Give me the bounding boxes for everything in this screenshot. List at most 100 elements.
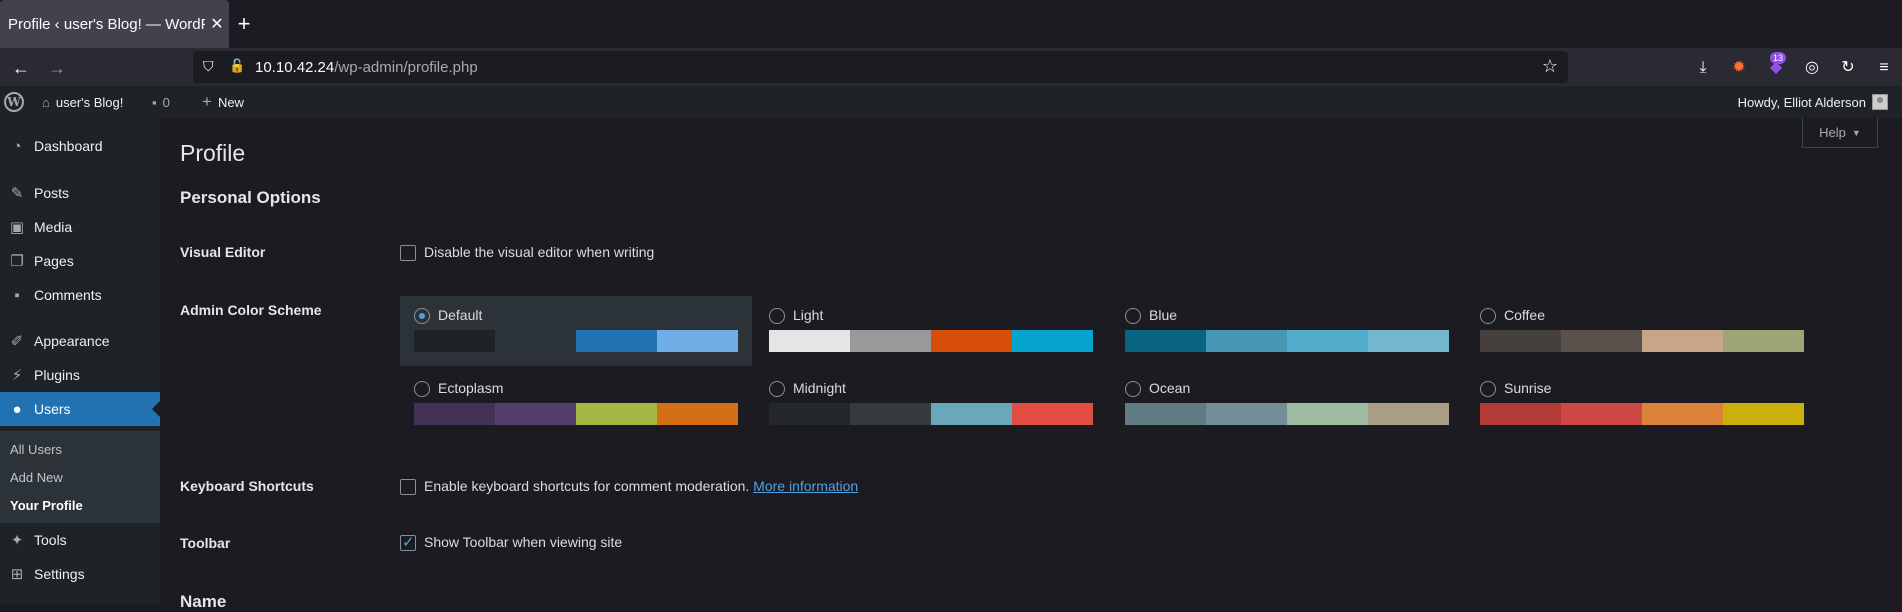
color-scheme-label: Admin Color Scheme [180,302,322,318]
submenu-your-profile[interactable]: Your Profile [10,498,83,513]
color-scheme-default[interactable]: Default [400,296,752,366]
scheme-swatches [1125,330,1449,352]
url-bar[interactable]: ⛉ 🔓 10.10.42.24/wp-admin/profile.php ☆ [193,51,1568,83]
scheme-swatches [769,330,1093,352]
sidebar-item-posts[interactable]: ✎ Posts [0,176,160,210]
scheme-swatches [1480,403,1804,425]
avatar [1872,94,1888,110]
section-title: Personal Options [180,188,321,207]
wp-logo-menu[interactable]: W [4,86,24,118]
site-name-menu[interactable]: ⌂ user's Blog! [42,86,123,118]
my-account-menu[interactable]: Howdy, Elliot Alderson [1738,86,1888,118]
bookmark-star-icon[interactable]: ☆ [1542,56,1558,77]
menu-icon[interactable]: ≡ [1873,57,1895,79]
sidebar-item-settings[interactable]: ⊞ Settings [0,557,160,591]
sidebar-item-tools[interactable]: ✦ Tools [0,523,160,557]
sidebar-item-comments[interactable]: ▪ Comments [0,278,160,312]
plus-icon: + [202,92,212,111]
visual-editor-checkbox[interactable] [400,245,416,261]
keyboard-shortcuts-text: Enable keyboard shortcuts for comment mo… [424,478,859,494]
toolbar-text[interactable]: Show Toolbar when viewing site [424,534,622,550]
scheme-radio[interactable] [414,381,430,397]
page-title: Profile [180,140,246,166]
keyboard-shortcuts-label: Keyboard Shortcuts [180,478,314,494]
sidebar-item-users[interactable]: ● Users [0,392,160,426]
browser-tabbar: Profile ‹ user's Blog! — WordPress ✕ + [0,0,1902,48]
submenu-all-users[interactable]: All Users [10,442,62,457]
extension-glasses-icon[interactable]: ◎ [1801,57,1823,79]
back-icon[interactable]: ← [10,57,32,79]
caret-down-icon: ▼ [1851,127,1861,138]
brush-icon: ✐ [10,333,24,350]
users-submenu: All Users Add New Your Profile [0,431,160,523]
shield-icon[interactable]: ⛉ [203,58,214,75]
user-icon: ● [12,400,22,418]
forward-icon[interactable]: → [46,57,68,79]
pin-icon: ✎ [10,185,24,202]
keyboard-shortcuts-checkbox[interactable] [400,479,416,495]
url-text[interactable]: 10.10.42.24/wp-admin/profile.php [255,59,478,76]
lock-icon[interactable]: 🔓 [229,58,245,74]
browser-tab[interactable]: Profile ‹ user's Blog! — WordPress ✕ [0,0,229,48]
dashboard-icon: ◔ [12,137,22,155]
scheme-swatches [1125,403,1449,425]
new-content-menu[interactable]: + New [202,86,244,118]
scheme-radio[interactable] [414,308,430,324]
sidebar-item-pages[interactable]: ❐ Pages [0,244,160,278]
color-scheme-coffee[interactable]: Coffee [1466,296,1818,366]
toolbar-label: Toolbar [180,535,231,551]
wrench-icon: ✦ [10,532,24,549]
scheme-swatches [414,403,738,425]
sidebar-item-appearance[interactable]: ✐ Appearance [0,324,160,358]
visual-editor-text[interactable]: Disable the visual editor when writing [424,244,654,260]
comments-menu[interactable]: ▪ 0 [152,86,170,118]
scheme-radio[interactable] [769,308,785,324]
scheme-radio[interactable] [1125,308,1141,324]
main-content: Help ▼ Profile Personal Options Visual E… [160,118,1902,611]
color-scheme-blue[interactable]: Blue [1111,296,1463,366]
color-scheme-light[interactable]: Light [755,296,1107,366]
close-icon[interactable]: ✕ [205,14,229,34]
visual-editor-label: Visual Editor [180,244,266,260]
scheme-radio[interactable] [769,381,785,397]
extension-fox-icon[interactable]: ✹ [1728,57,1750,79]
sidebar-item-dashboard[interactable]: ◔ Dashboard [0,129,160,163]
new-tab-button[interactable]: + [232,12,256,36]
new-label: New [217,94,244,110]
more-information-link[interactable]: More information [753,478,858,494]
site-name: user's Blog! [55,94,124,110]
scheme-radio[interactable] [1480,308,1496,324]
howdy-text: Howdy, Elliot Alderson [1737,94,1866,110]
sidebar-item-media[interactable]: ▣ Media [0,210,160,244]
wordpress-logo-icon: W [4,92,24,112]
download-icon[interactable]: ⤓ [1692,57,1714,79]
sidebar-item-plugins[interactable]: ⚡ Plugins [0,358,160,392]
name-section-heading: Name [180,592,227,611]
plugin-icon: ⚡ [11,367,23,384]
home-icon: ⌂ [42,94,50,110]
submenu-add-new[interactable]: Add New [10,470,63,485]
comments-count: 0 [162,94,170,110]
toolbar-checkbox[interactable] [400,533,416,551]
comment-icon: ▪ [14,286,20,304]
scheme-swatches [414,330,738,352]
scheme-radio[interactable] [1480,381,1496,397]
settings-icon: ⊞ [10,566,24,583]
color-scheme-ectoplasm[interactable]: Ectoplasm [400,369,752,439]
help-button[interactable]: Help ▼ [1802,118,1878,148]
wp-admin-bar: W ⌂ user's Blog! ▪ 0 + New Howdy, Elliot… [0,86,1902,118]
comment-icon: ▪ [152,94,157,110]
color-scheme-sunrise[interactable]: Sunrise [1466,369,1818,439]
scheme-swatches [769,403,1093,425]
reload-icon[interactable]: ↻ [1837,57,1859,79]
admin-sidebar: ◔ Dashboard ✎ Posts ▣ Media ❐ Pages ▪ Comment… [0,118,160,604]
extension-badge: 13 [1770,52,1787,64]
media-icon: ▣ [9,219,25,236]
scheme-swatches [1480,330,1804,352]
pages-icon: ❐ [10,253,24,270]
color-scheme-ocean[interactable]: Ocean [1111,369,1463,439]
tab-title: Profile ‹ user's Blog! — WordPress [8,15,205,33]
browser-navbar: ← → ⛉ 🔓 10.10.42.24/wp-admin/profile.php… [0,48,1902,86]
color-scheme-midnight[interactable]: Midnight [755,369,1107,439]
scheme-radio[interactable] [1125,381,1141,397]
